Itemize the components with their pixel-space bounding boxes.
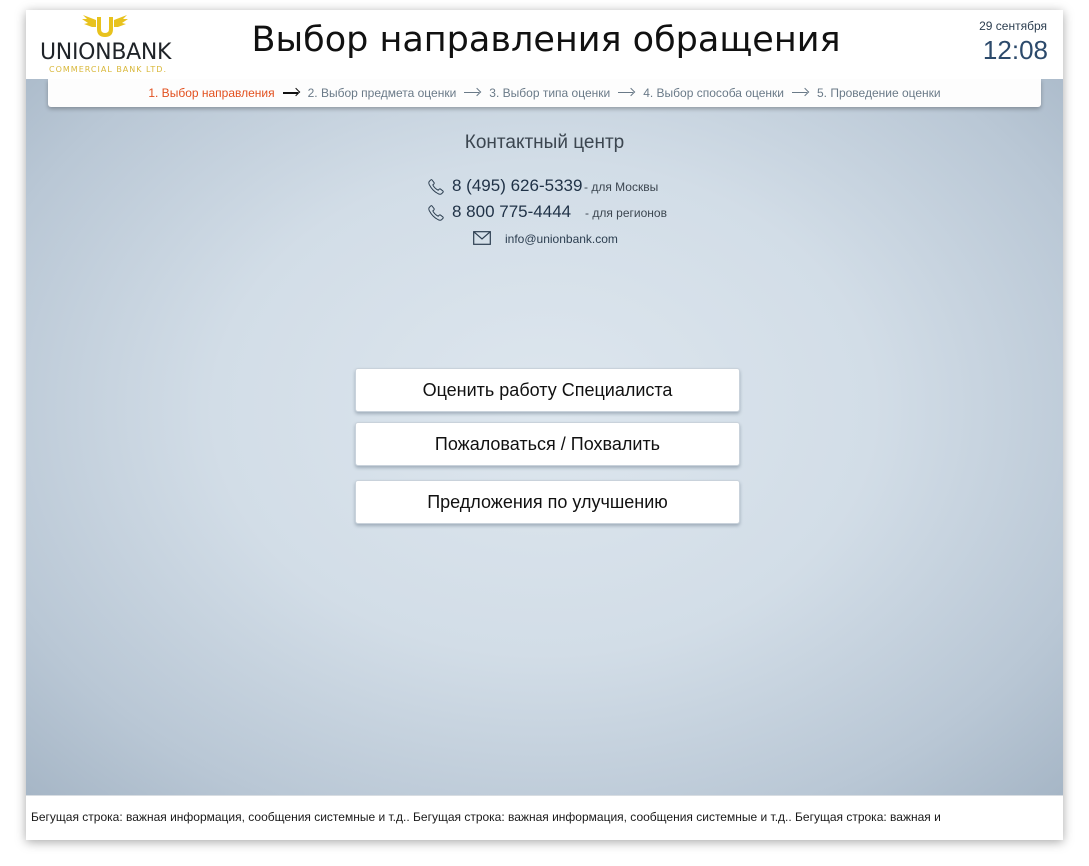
progress-steps: 1. Выбор направления 2. Выбор предмета о… <box>48 79 1041 107</box>
arrow-right-icon <box>791 88 810 98</box>
page-title: Выбор направления обращения <box>251 20 841 60</box>
arrow-right-icon <box>282 88 301 98</box>
step-4-select-method: 4. Выбор способа оценки <box>643 86 784 100</box>
step-5-conduct-evaluation: 5. Проведение оценки <box>816 86 941 100</box>
phone-number-moscow[interactable]: 8 (495) 626-5339 <box>452 176 582 196</box>
email-contact: info@unionbank.com <box>473 230 673 250</box>
header: UNIONBANK COMMERCIAL BANK LTD. Выбор нап… <box>26 10 1063 79</box>
kiosk-window: UNIONBANK COMMERCIAL BANK LTD. Выбор нап… <box>26 10 1063 840</box>
phone-note-moscow: - для Москвы <box>584 180 659 194</box>
complain-praise-button[interactable]: Пожаловаться / Похвалить <box>355 422 740 466</box>
phone-icon <box>428 179 444 195</box>
step-1-select-direction: 1. Выбор направления <box>148 86 275 100</box>
logo-name: UNIONBANK <box>40 40 172 65</box>
step-2-select-subject: 2. Выбор предмета оценки <box>307 86 457 100</box>
phone-number-regions[interactable]: 8 800 775-4444 <box>452 202 571 222</box>
unionbank-logo: UNIONBANK COMMERCIAL BANK LTD. <box>40 14 175 76</box>
news-ticker: Бегущая строка: важная информация, сообщ… <box>26 795 1063 840</box>
rate-specialist-button[interactable]: Оценить работу Специалиста <box>355 368 740 412</box>
phone-regions: 8 800 775-4444 - для регионов <box>427 202 697 224</box>
logo-subtitle: COMMERCIAL BANK LTD. <box>49 65 167 74</box>
main-content: 1. Выбор направления 2. Выбор предмета о… <box>26 79 1063 795</box>
winged-u-logo-icon <box>82 15 128 38</box>
contact-center-title: Контактный центр <box>464 132 625 153</box>
phone-moscow: 8 (495) 626-5339 - для Москвы <box>427 176 687 198</box>
current-time: 12:08 <box>982 35 1048 65</box>
phone-note-regions: - для регионов <box>585 206 667 220</box>
current-date: 29 сентября <box>979 19 1047 33</box>
suggestions-button[interactable]: Предложения по улучшению <box>355 480 740 524</box>
arrow-right-icon <box>618 88 636 98</box>
arrow-right-icon <box>464 88 482 98</box>
phone-icon <box>428 205 444 221</box>
email-address[interactable]: info@unionbank.com <box>505 232 618 246</box>
envelope-icon <box>473 231 491 245</box>
step-3-select-type: 3. Выбор типа оценки <box>489 86 611 100</box>
